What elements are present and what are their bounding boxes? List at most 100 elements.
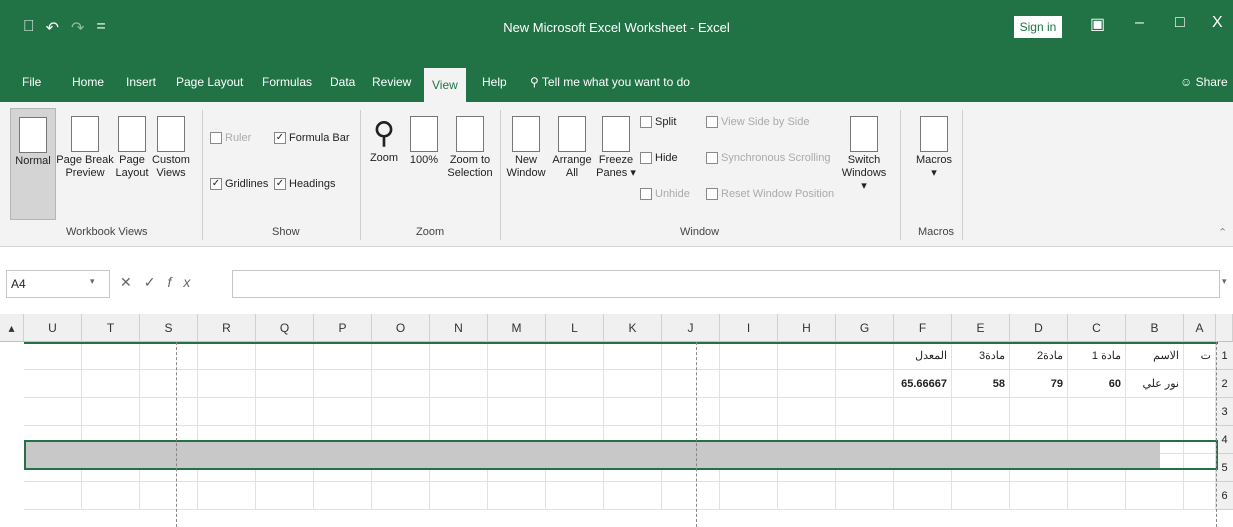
cell-q1[interactable] bbox=[256, 342, 314, 370]
cell-c3[interactable] bbox=[1068, 398, 1126, 426]
cell-a2[interactable] bbox=[1184, 370, 1216, 398]
column-header-j[interactable]: J bbox=[662, 314, 720, 342]
cell-p6[interactable] bbox=[314, 482, 372, 510]
cell-i3[interactable] bbox=[720, 398, 778, 426]
cell-q3[interactable] bbox=[256, 398, 314, 426]
cell-m2[interactable] bbox=[488, 370, 546, 398]
column-header-a[interactable]: A bbox=[1184, 314, 1216, 342]
cell-p1[interactable] bbox=[314, 342, 372, 370]
cell-l3[interactable] bbox=[546, 398, 604, 426]
unhide-button[interactable]: Unhide bbox=[640, 188, 690, 201]
arrange-all-button[interactable]: Arrange All bbox=[550, 116, 594, 180]
cell-h2[interactable] bbox=[778, 370, 836, 398]
cell-t3[interactable] bbox=[82, 398, 140, 426]
cell-t1[interactable] bbox=[82, 342, 140, 370]
namebox-dropdown-icon[interactable]: ▾ bbox=[90, 276, 95, 287]
cell-o3[interactable] bbox=[372, 398, 430, 426]
cell-o2[interactable] bbox=[372, 370, 430, 398]
cell-f1[interactable]: المعدل bbox=[894, 342, 952, 370]
cell-k6[interactable] bbox=[604, 482, 662, 510]
close-icon[interactable]: X bbox=[1212, 14, 1223, 32]
custom-views-button[interactable]: Custom Views bbox=[150, 116, 192, 180]
cell-r1[interactable] bbox=[198, 342, 256, 370]
column-header-p[interactable]: P bbox=[314, 314, 372, 342]
tab-page-layout[interactable]: Page Layout bbox=[176, 62, 243, 102]
select-all-corner[interactable]: ▴ bbox=[0, 314, 24, 342]
sign-in-button[interactable]: Sign in bbox=[1014, 16, 1062, 38]
cell-l1[interactable] bbox=[546, 342, 604, 370]
synchronous-scrolling-button[interactable]: Synchronous Scrolling bbox=[706, 152, 830, 165]
gridlines-checkbox[interactable]: ✓ Gridlines bbox=[210, 178, 268, 191]
cell-t2[interactable] bbox=[82, 370, 140, 398]
tab-insert[interactable]: Insert bbox=[126, 62, 156, 102]
collapse-ribbon-icon[interactable]: ⌃ bbox=[1218, 226, 1227, 239]
cell-g6[interactable] bbox=[836, 482, 894, 510]
cell-n2[interactable] bbox=[430, 370, 488, 398]
headings-checkbox[interactable]: ✓ Headings bbox=[274, 178, 335, 191]
cell-n1[interactable] bbox=[430, 342, 488, 370]
cell-m3[interactable] bbox=[488, 398, 546, 426]
share-button[interactable]: ☺ Share bbox=[1180, 62, 1228, 102]
cell-s3[interactable] bbox=[140, 398, 198, 426]
row-header-2[interactable]: 2 bbox=[1216, 370, 1233, 398]
cell-u2[interactable] bbox=[24, 370, 82, 398]
normal-view-button[interactable]: Normal bbox=[10, 108, 56, 220]
row-header-6[interactable]: 6 bbox=[1216, 482, 1233, 510]
cell-d2[interactable]: 79 bbox=[1010, 370, 1068, 398]
cell-c1[interactable]: مادة 1 bbox=[1068, 342, 1126, 370]
cell-p2[interactable] bbox=[314, 370, 372, 398]
macros-button[interactable]: Macros ▾ bbox=[914, 116, 954, 180]
cell-u1[interactable] bbox=[24, 342, 82, 370]
column-header-o[interactable]: O bbox=[372, 314, 430, 342]
view-side-by-side-button[interactable]: View Side by Side bbox=[706, 116, 809, 129]
cell-j3[interactable] bbox=[662, 398, 720, 426]
cell-u6[interactable] bbox=[24, 482, 82, 510]
formula-bar-checkbox[interactable]: ✓ Formula Bar bbox=[274, 132, 350, 145]
tab-view[interactable]: View bbox=[424, 68, 466, 102]
column-header-m[interactable]: M bbox=[488, 314, 546, 342]
cell-d1[interactable]: مادة2 bbox=[1010, 342, 1068, 370]
cell-p3[interactable] bbox=[314, 398, 372, 426]
cell-j1[interactable] bbox=[662, 342, 720, 370]
cell-a3[interactable] bbox=[1184, 398, 1216, 426]
cell-q6[interactable] bbox=[256, 482, 314, 510]
cell-c2[interactable]: 60 bbox=[1068, 370, 1126, 398]
column-header-i[interactable]: I bbox=[720, 314, 778, 342]
column-header-t[interactable]: T bbox=[82, 314, 140, 342]
row-header-4[interactable]: 4 bbox=[1216, 426, 1233, 454]
cell-j2[interactable] bbox=[662, 370, 720, 398]
cell-j6[interactable] bbox=[662, 482, 720, 510]
page-layout-view-button[interactable]: Page Layout bbox=[114, 116, 150, 180]
ribbon-display-icon[interactable]: ▣ bbox=[1090, 14, 1105, 34]
cell-s2[interactable] bbox=[140, 370, 198, 398]
cell-r6[interactable] bbox=[198, 482, 256, 510]
cell-e2[interactable]: 58 bbox=[952, 370, 1010, 398]
cell-t6[interactable] bbox=[82, 482, 140, 510]
cell-k3[interactable] bbox=[604, 398, 662, 426]
row-header-5[interactable]: 5 bbox=[1216, 454, 1233, 482]
cell-r2[interactable] bbox=[198, 370, 256, 398]
tab-help[interactable]: Help bbox=[482, 62, 507, 102]
cell-a1[interactable]: ت bbox=[1184, 342, 1216, 370]
column-header-b[interactable]: B bbox=[1126, 314, 1184, 342]
cell-f2[interactable]: 65.66667 bbox=[894, 370, 952, 398]
cell-b1[interactable]: الاسم bbox=[1126, 342, 1184, 370]
cell-s1[interactable] bbox=[140, 342, 198, 370]
cell-m6[interactable] bbox=[488, 482, 546, 510]
cell-n3[interactable] bbox=[430, 398, 488, 426]
cell-e3[interactable] bbox=[952, 398, 1010, 426]
row-header-3[interactable]: 3 bbox=[1216, 398, 1233, 426]
freeze-panes-button[interactable]: Freeze Panes ▾ bbox=[596, 116, 636, 180]
cell-c6[interactable] bbox=[1068, 482, 1126, 510]
column-header-e[interactable]: E bbox=[952, 314, 1010, 342]
zoom-button[interactable]: ⚲ Zoom bbox=[366, 116, 402, 165]
cell-i1[interactable] bbox=[720, 342, 778, 370]
cell-b3[interactable] bbox=[1126, 398, 1184, 426]
cell-d6[interactable] bbox=[1010, 482, 1068, 510]
cell-h3[interactable] bbox=[778, 398, 836, 426]
cell-s6[interactable] bbox=[140, 482, 198, 510]
cell-n6[interactable] bbox=[430, 482, 488, 510]
worksheet-grid[interactable]: ▴ U T S R Q P O N M L K J I H G F E D C B A 123456 المعدل مادة… bbox=[0, 314, 1233, 527]
column-header-k[interactable]: K bbox=[604, 314, 662, 342]
hide-button[interactable]: Hide bbox=[640, 152, 678, 165]
